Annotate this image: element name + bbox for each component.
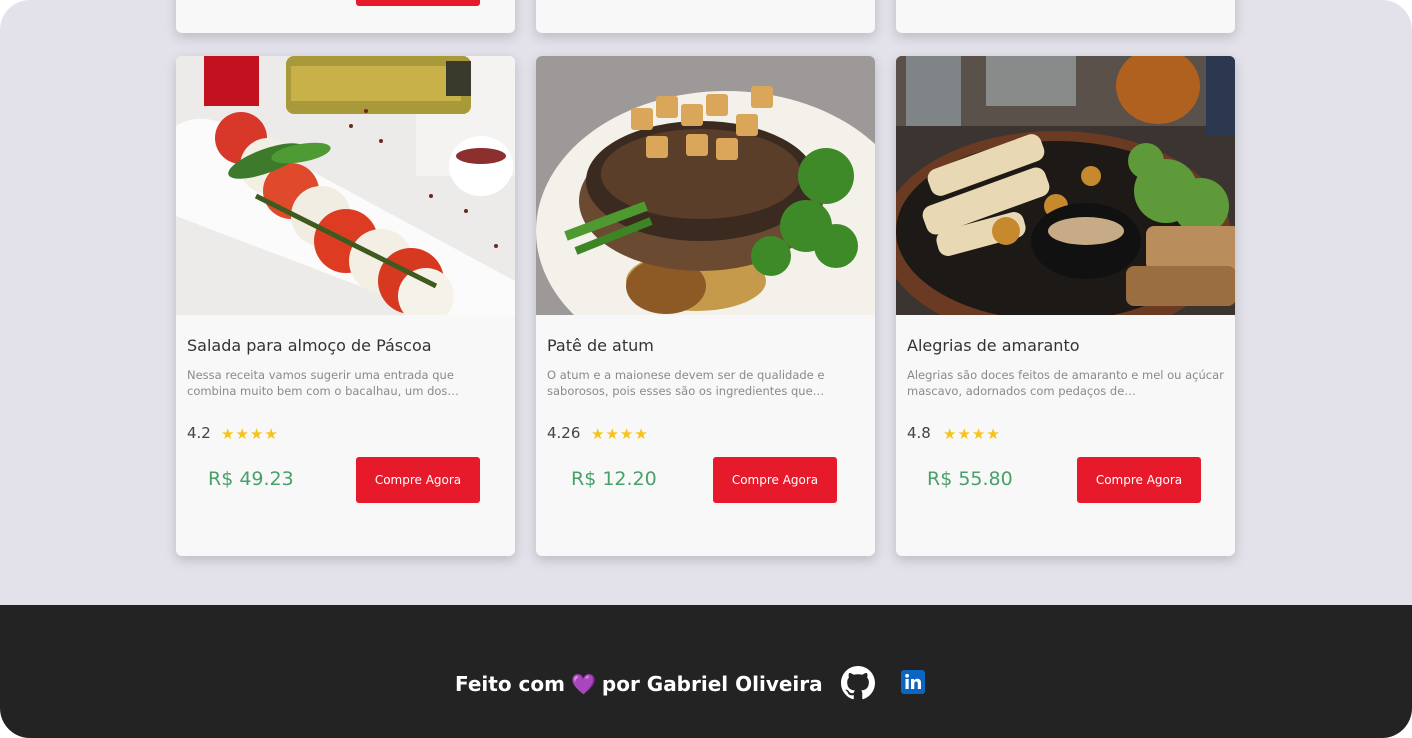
github-icon[interactable] — [841, 666, 875, 704]
product-rating: 4.26 — [547, 424, 581, 442]
product-rating: 4.8 — [907, 424, 931, 442]
product-card: Patê de atum O atum e a maionese devem s… — [536, 56, 875, 556]
star-rating-icon: ★★★★ — [943, 425, 1001, 443]
product-description: Alegrias são doces feitos de amaranto e … — [907, 368, 1224, 398]
footer-credit: Feito com 💜 por Gabriel Oliveira — [455, 672, 823, 696]
star-rating-icon: ★★★★ — [221, 425, 279, 443]
product-image-caprese-salad — [176, 56, 515, 315]
footer-text-before: Feito com — [455, 672, 565, 696]
product-description: Nessa receita vamos sugerir uma entrada … — [187, 368, 459, 398]
product-card: Salada para almoço de Páscoa Nessa recei… — [176, 56, 515, 556]
linkedin-icon[interactable] — [901, 670, 925, 698]
heart-icon: 💜 — [570, 672, 596, 696]
product-description: O atum e a maionese devem ser de qualida… — [547, 368, 825, 398]
app-window: Salada para almoço de Páscoa Nessa recei… — [0, 0, 1412, 738]
product-card: Alegrias de amaranto Alegrias são doces … — [896, 56, 1235, 556]
product-title: Salada para almoço de Páscoa — [187, 336, 432, 355]
footer-text-after: por Gabriel Oliveira — [601, 672, 823, 696]
product-image-amaranth-plate — [896, 56, 1235, 315]
product-card-partial — [896, 0, 1235, 33]
product-price: R$ 49.23 — [208, 468, 294, 490]
footer: Feito com 💜 por Gabriel Oliveira — [0, 605, 1412, 738]
product-title: Patê de atum — [547, 336, 654, 355]
star-rating-icon: ★★★★ — [591, 425, 649, 443]
product-image-tuna-steak — [536, 56, 875, 315]
product-title: Alegrias de amaranto — [907, 336, 1080, 355]
product-rating: 4.2 — [187, 424, 211, 442]
buy-now-button[interactable]: Compre Agora — [356, 457, 480, 503]
buy-now-button[interactable]: Compre Agora — [1077, 457, 1201, 503]
product-price: R$ 12.20 — [571, 468, 657, 490]
buy-now-button[interactable]: Compre Agora — [713, 457, 837, 503]
product-card-partial — [536, 0, 875, 33]
product-price: R$ 55.80 — [927, 468, 1013, 490]
buy-button-partial[interactable] — [356, 0, 480, 6]
product-card-partial — [176, 0, 515, 33]
